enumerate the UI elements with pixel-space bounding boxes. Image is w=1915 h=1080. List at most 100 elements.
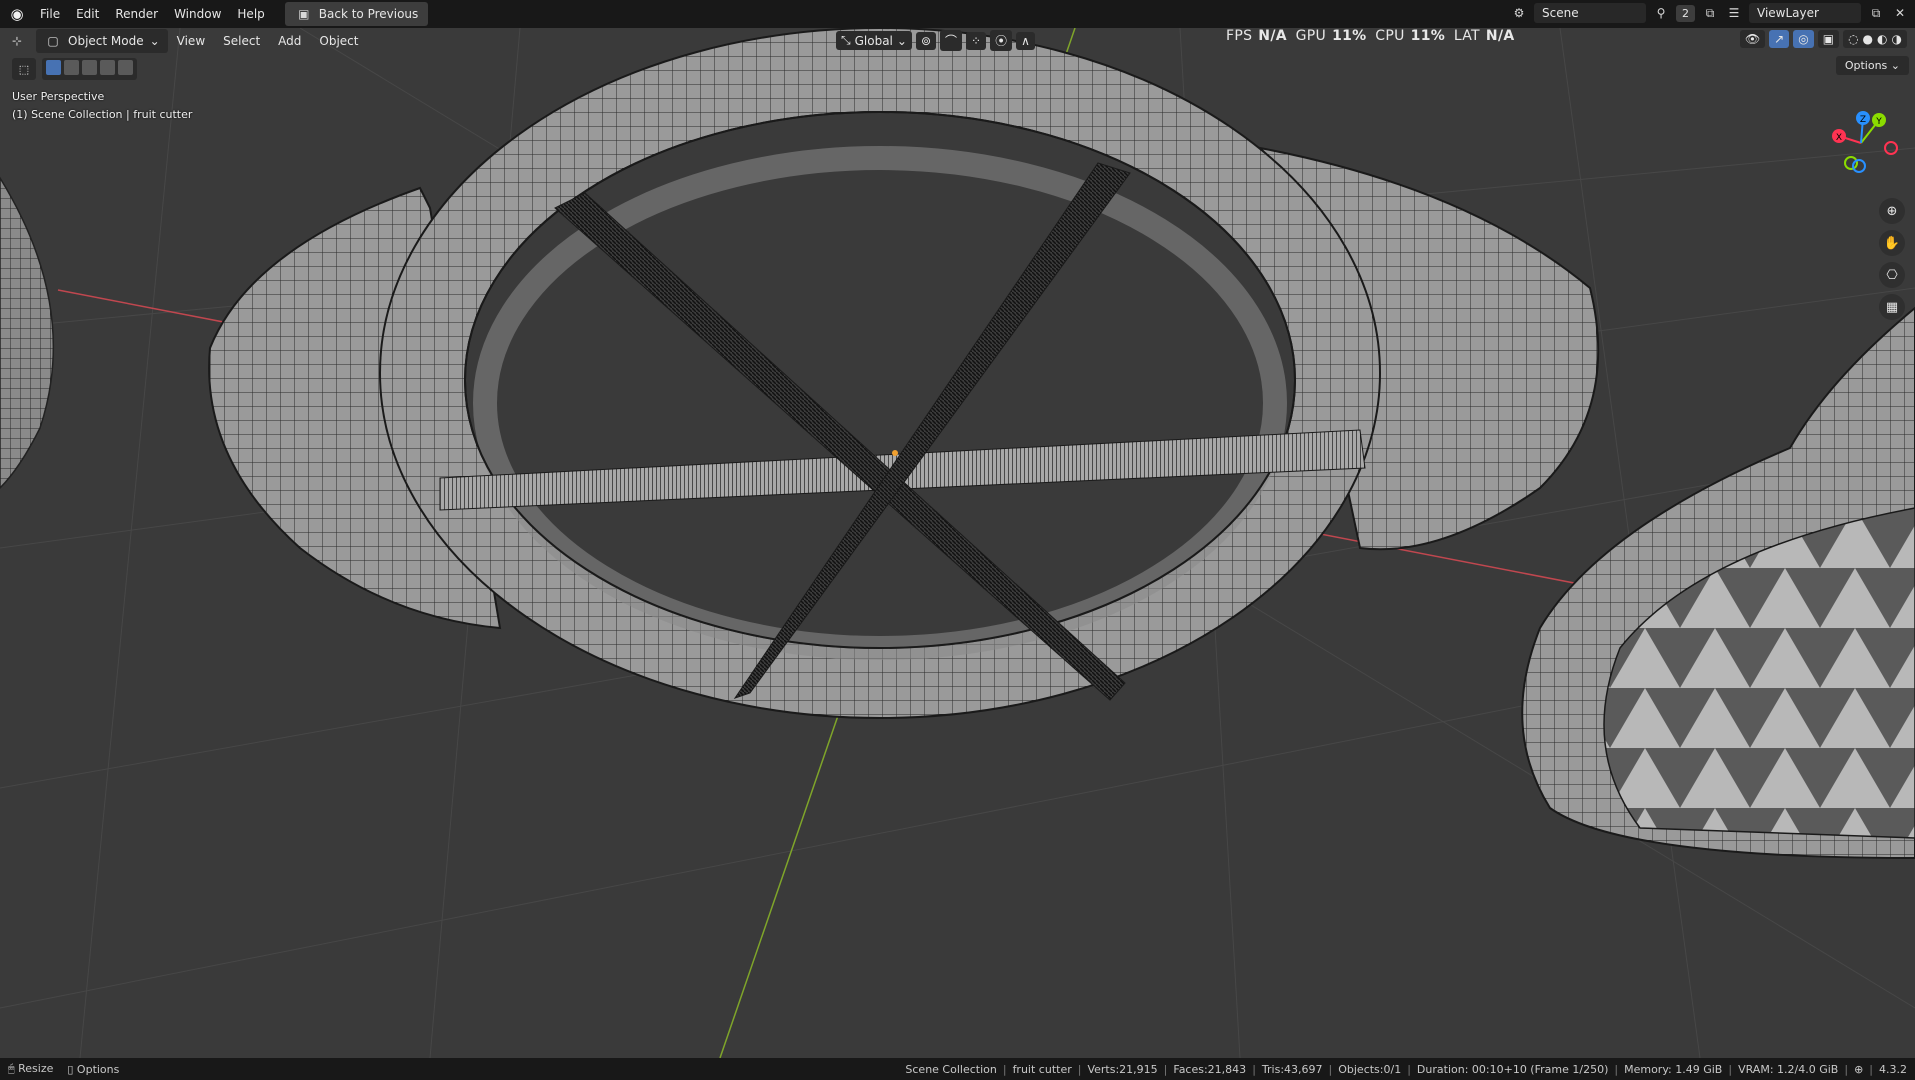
view-layer-name: ViewLayer (1757, 6, 1819, 20)
gizmo-toggle[interactable]: ↗ (1769, 30, 1790, 48)
snap-icon: ⌒ (945, 34, 958, 48)
grid-snap-icon: ⁘ (971, 33, 982, 48)
stat-version: 4.3.2 (1879, 1062, 1907, 1076)
wireframe-shading-icon[interactable]: ◌ (1848, 32, 1858, 46)
view-layer-type-icon[interactable]: ☰ (1725, 4, 1743, 22)
menu-window[interactable]: Window (166, 3, 229, 25)
new-scene-icon[interactable]: ⧉ (1701, 4, 1719, 22)
remove-view-layer-icon[interactable]: ✕ (1891, 4, 1909, 22)
cpu-label: CPU (1375, 28, 1405, 44)
object-mode-label: Object Mode (68, 34, 144, 48)
camera-view-icon[interactable]: ⎔ (1879, 262, 1905, 288)
transform-orientation-label: Global (854, 33, 893, 48)
gizmo-z-label: Z (1860, 115, 1866, 125)
mouse-icon: 🖱 (8, 1062, 15, 1075)
pan-hand-icon[interactable]: ✋ (1879, 230, 1905, 256)
stat-tris: Tris:43,697 (1261, 1062, 1323, 1076)
transform-orientation-dropdown[interactable]: ⤡ Global ⌄ (836, 31, 912, 50)
menu-object[interactable]: Object (310, 31, 367, 51)
select-extend-icon[interactable] (64, 60, 79, 75)
menu-add[interactable]: Add (269, 31, 310, 51)
3d-viewport[interactable]: ⊹ ▢ Object Mode ⌄ View Select Add Object… (0, 28, 1915, 1058)
lat-label: LAT (1453, 28, 1480, 44)
viewport-scene (0, 28, 1915, 1058)
cursor-icon: ⬚ (18, 62, 30, 76)
ortho-grid-icon[interactable]: ▦ (1879, 294, 1905, 320)
pivot-point-dropdown[interactable]: ⊚ (915, 31, 937, 50)
zoom-icon[interactable]: ⊕ (1879, 198, 1905, 224)
scene-type-icon[interactable]: ⚙ (1510, 4, 1528, 22)
visibility-dropdown[interactable]: 👁 (1739, 30, 1766, 48)
menu-edit[interactable]: Edit (68, 3, 107, 25)
scene-statistics: Scene Collection | fruit cutter | Verts:21… (905, 1062, 1907, 1076)
viewport-info: User Perspective (1) Scene Collection | … (12, 88, 192, 124)
gizmo-icon: ↗ (1774, 32, 1785, 46)
fps-label: FPS (1226, 28, 1253, 44)
performance-stats: FPS N/A GPU 11% CPU 11% LAT N/A (1226, 28, 1519, 44)
menu-render[interactable]: Render (107, 3, 166, 25)
status-bar: 🖱 Resize ▯ Options Scene Collection | fru… (0, 1058, 1915, 1080)
select-invert-icon[interactable] (100, 60, 115, 75)
view-layer-selector[interactable]: ViewLayer (1749, 3, 1861, 23)
selection-mode-group[interactable] (42, 58, 137, 80)
snap-toggle[interactable]: ⌒ (940, 30, 963, 51)
stat-verts: Verts:21,915 (1087, 1062, 1158, 1076)
tool-settings-row: ⬚ (12, 58, 137, 80)
shading-modes[interactable]: ◌ ● ◐ ◑ (1843, 30, 1907, 48)
scene-selector[interactable]: Scene (1534, 3, 1646, 23)
transform-controls: ⤡ Global ⌄ ⊚ ⌒ ⁘ ⦿ ∧ (836, 30, 1035, 51)
menu-file[interactable]: File (32, 3, 68, 25)
proportional-edit-icon: ⦿ (995, 34, 1008, 48)
options-label: Options (1844, 59, 1888, 72)
stat-faces: Faces:21,843 (1173, 1062, 1247, 1076)
object-origin (892, 450, 898, 456)
lat-value: N/A (1485, 28, 1515, 44)
object-mode-dropdown[interactable]: ▢ Object Mode ⌄ (36, 29, 168, 53)
scene-users-count: 2 (1676, 4, 1695, 22)
gizmo-y-label: Y (1875, 117, 1882, 127)
back-to-previous-label: Back to Previous (318, 7, 419, 21)
overlays-toggle[interactable]: ◎ (1793, 30, 1814, 48)
select-subtract-icon[interactable] (82, 60, 97, 75)
pivot-icon: ⊚ (920, 33, 932, 48)
select-new-icon[interactable] (46, 60, 61, 75)
select-tool-button[interactable]: ⬚ (12, 58, 36, 80)
back-to-previous-button[interactable]: ▣ Back to Previous (284, 2, 429, 26)
viewport-header: ⊹ ▢ Object Mode ⌄ View Select Add Object… (0, 28, 1915, 54)
eye-icon: 👁 (1744, 32, 1761, 46)
viewport-shading-controls: 👁 ↗ ◎ ▣ ◌ ● ◐ ◑ (1739, 30, 1907, 48)
scene-name: Scene (1542, 6, 1579, 20)
editor-type-icon[interactable]: ⊹ (8, 32, 26, 50)
snap-target-dropdown[interactable]: ⁘ (966, 31, 987, 50)
navigation-gizmo[interactable]: X Y Z (1821, 98, 1901, 188)
gpu-value: 11% (1332, 28, 1367, 44)
menu-view[interactable]: View (168, 31, 214, 51)
viewport-navigation-buttons: ⊕ ✋ ⎔ ▦ (1879, 198, 1905, 320)
collection-label: (1) Scene Collection | fruit cutter (12, 108, 193, 121)
blender-window: ◉ File Edit Render Window Help ▣ Back to… (0, 0, 1915, 1080)
object-mode-icon: ▢ (47, 34, 59, 48)
options-hint-label: Options (76, 1062, 120, 1076)
new-view-layer-icon[interactable]: ⧉ (1867, 4, 1885, 22)
rendered-shading-icon[interactable]: ◑ (1892, 32, 1902, 46)
chevron-down-icon: ⌄ (896, 33, 907, 48)
globe-icon: ⊕ (1854, 1062, 1864, 1076)
select-intersect-icon[interactable] (118, 60, 133, 75)
menu-select[interactable]: Select (214, 31, 269, 51)
scene-controls: ⚙ Scene ⚲ 2 ⧉ ☰ ViewLayer ⧉ ✕ (1510, 3, 1909, 23)
proportional-edit-toggle[interactable]: ⦿ (990, 30, 1013, 51)
material-shading-icon[interactable]: ◐ (1877, 32, 1887, 46)
stat-memory: Memory: 1.49 GiB (1624, 1062, 1723, 1076)
gizmo-x-label: X (1836, 133, 1842, 143)
left-partial-object (0, 176, 55, 490)
blender-icon[interactable]: ◉ (6, 3, 28, 25)
solid-shading-icon[interactable]: ● (1863, 32, 1873, 46)
pin-icon[interactable]: ⚲ (1652, 4, 1670, 22)
falloff-dropdown[interactable]: ∧ (1016, 31, 1035, 50)
options-dropdown[interactable]: Options ⌄ (1835, 56, 1909, 75)
chevron-down-icon: ⌄ (149, 34, 160, 48)
menu-help[interactable]: Help (229, 3, 272, 25)
stat-duration: Duration: 00:10+10 (Frame 1/250) (1416, 1062, 1609, 1076)
xray-toggle[interactable]: ▣ (1817, 30, 1840, 48)
xray-icon: ▣ (1822, 32, 1835, 46)
